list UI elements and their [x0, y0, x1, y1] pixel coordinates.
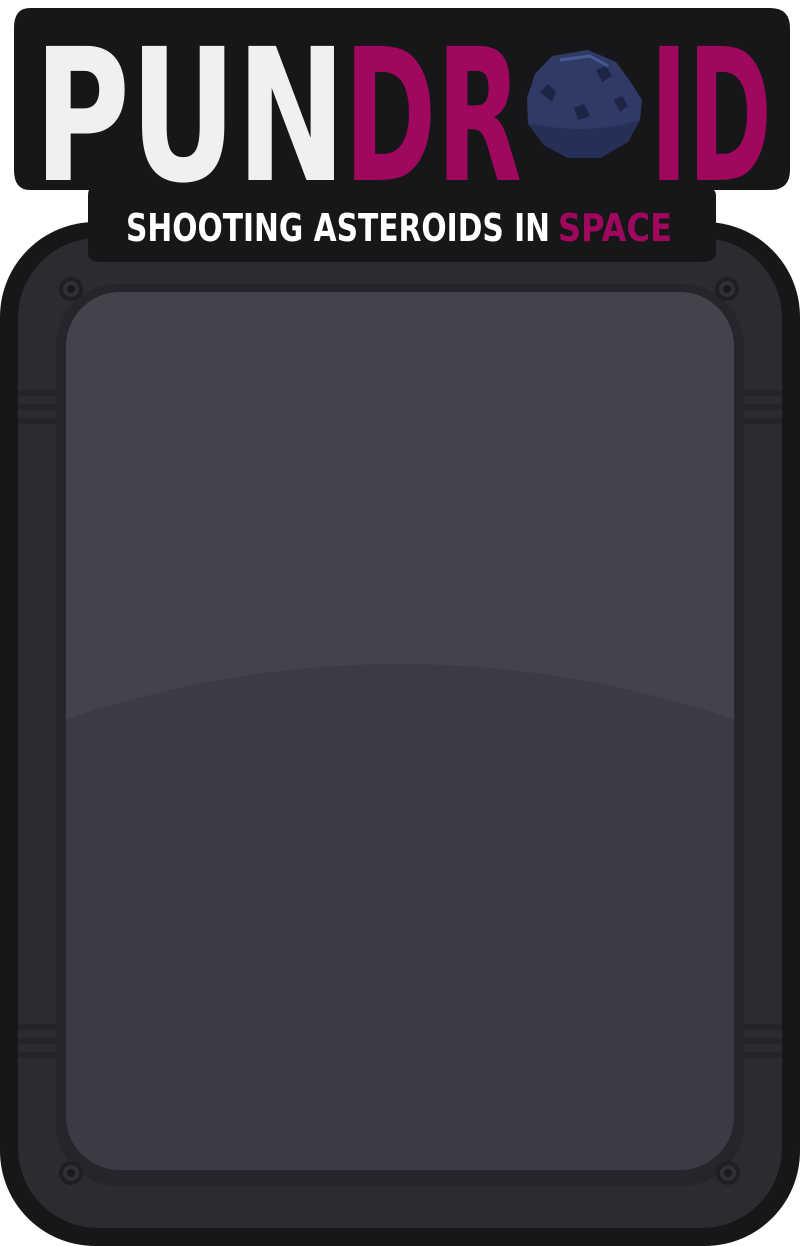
logo-title-pun: PUN [34, 10, 346, 224]
logo-title-dr: DR [344, 10, 522, 224]
logo-title-id: ID [650, 10, 772, 224]
screw-icon-top-left [59, 277, 83, 301]
logo-tagline-space: SPACE [558, 206, 672, 250]
game-menu-frame: PUN DR ID SHOOTING ASTEROIDS IN SPACE [0, 8, 800, 1246]
game-logo: PUN DR ID SHOOTING ASTEROIDS IN SPACE [14, 8, 790, 262]
logo-tagline: SHOOTING ASTEROIDS IN [126, 206, 550, 250]
screw-icon-top-right [715, 277, 739, 301]
game-screen: PUN DR ID SHOOTING ASTEROIDS IN SPACE [0, 0, 800, 1246]
panel-screen [66, 292, 734, 1170]
screw-icon-bottom-right [716, 1161, 740, 1185]
screw-icon-bottom-left [59, 1161, 83, 1185]
